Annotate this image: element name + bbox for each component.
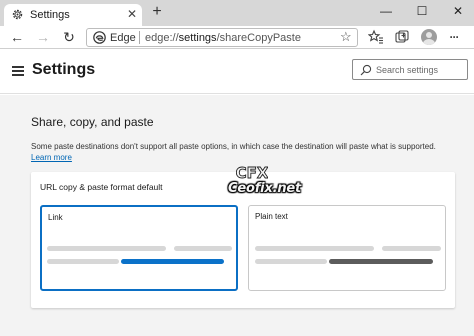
menu-icon[interactable] [12,66,24,76]
star-icon[interactable]: ☆ [340,29,352,45]
settings-header: Settings [0,49,474,94]
search-settings-field[interactable] [352,59,468,80]
page-title: Settings [32,61,96,78]
preview-bar [47,259,119,264]
profile-avatar[interactable] [421,29,437,45]
more-icon[interactable]: ··· [446,29,462,45]
gear-icon [12,9,23,20]
ceofix-logo-icon: CFX [236,164,268,183]
logo-text: CFX [236,164,268,182]
option-link-label: Link [48,213,63,222]
search-input[interactable] [376,62,464,77]
tab-settings[interactable]: Settings ✕ [4,4,142,26]
url-host: settings [178,32,217,44]
maximize-button[interactable]: ☐ [412,2,432,20]
refresh-button[interactable]: ↻ [59,27,79,47]
url-path: /shareCopyPaste [216,32,301,44]
preview-bar [255,259,327,264]
url-prefix: edge:// [145,32,179,44]
profile-head [426,32,432,38]
preview-bar [382,246,441,251]
option-plain-text[interactable]: Plain text [248,205,446,291]
edge-logo-icon [93,31,106,44]
preview-text-bar [329,259,433,264]
address-bar[interactable]: Edge edge://settings/shareCopyPaste ☆ [86,28,358,47]
preview-bar [255,246,374,251]
learn-more-link[interactable]: Learn more [31,153,72,162]
preview-bar [47,246,166,251]
preview-link-bar [121,259,224,264]
favorites-icon[interactable] [368,29,384,45]
browser-toolbar: ← → ↻ Edge edge://settings/shareCopyPast… [0,26,474,48]
watermark: CFX Ceofix.net [228,161,302,201]
tab-close-icon[interactable]: ✕ [125,7,139,21]
minimize-button[interactable]: — [376,2,396,20]
forward-button[interactable]: → [33,27,53,47]
preview-bar [174,246,232,251]
tab-strip: Settings ✕ + — ☐ ✕ [0,0,474,26]
collections-icon[interactable] [394,29,410,45]
tab-title: Settings [30,9,70,21]
back-button[interactable]: ← [7,27,27,47]
site-label: Edge [110,32,136,44]
new-tab-button[interactable]: + [149,3,165,21]
section-description: Some paste destinations don't support al… [31,142,436,151]
profile-body [423,39,435,45]
url-text[interactable]: edge://settings/shareCopyPaste [145,32,301,44]
option-link[interactable]: Link [40,205,238,291]
option-plain-text-label: Plain text [255,212,288,221]
watermark-text: Ceofix.net [228,181,302,196]
close-window-button[interactable]: ✕ [448,2,468,20]
section-title: Share, copy, and paste [31,115,154,129]
search-icon [360,64,372,76]
address-divider [139,31,140,44]
card-title: URL copy & paste format default [40,182,163,192]
